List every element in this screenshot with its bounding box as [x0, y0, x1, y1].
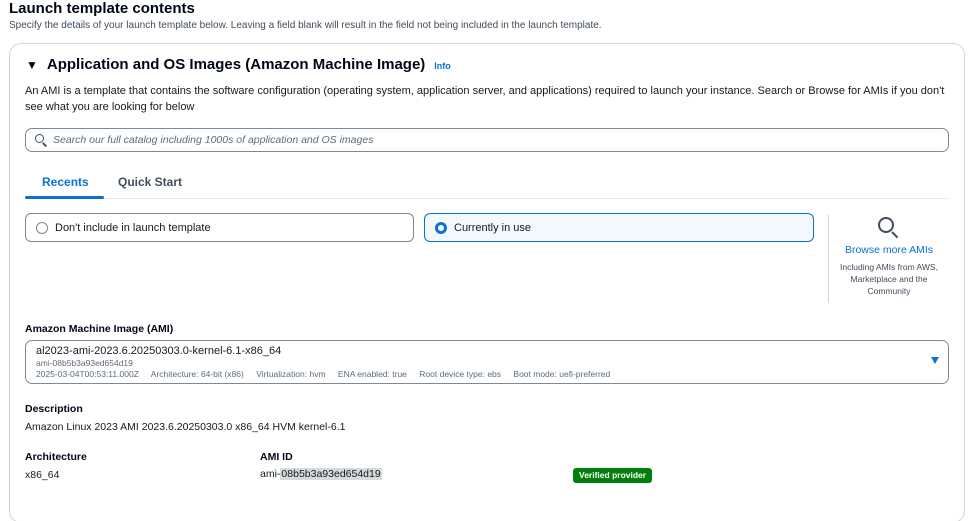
section-title: Application and OS Images (Amazon Machin…: [46, 56, 426, 73]
ami-meta: 2025-03-04T00:53:11.000Z Architecture: 6…: [36, 369, 938, 380]
option-dont-include[interactable]: Don't include in launch template: [25, 213, 414, 242]
ami-select[interactable]: al2023-ami-2023.6.20250303.0-kernel-6.1-…: [25, 340, 949, 384]
search-icon: [35, 134, 48, 147]
architecture-value: x86_64: [25, 469, 60, 481]
tab-quick-start[interactable]: Quick Start: [118, 175, 182, 189]
radio-dont-include[interactable]: [36, 221, 48, 234]
architecture-label: Architecture: [25, 451, 87, 463]
ami-id-sub: ami-08b5b3a93ed654d19: [36, 358, 133, 368]
collapse-caret-icon[interactable]: ▼: [26, 59, 38, 71]
radio-currently-in-use[interactable]: [435, 221, 447, 234]
page-title: Launch template contents: [9, 0, 195, 17]
search-icon[interactable]: [878, 217, 900, 239]
ami-id-prefix: ami-: [260, 468, 281, 480]
section-header[interactable]: ▼ Application and OS Images (Amazon Mach…: [26, 56, 451, 73]
tab-recents[interactable]: Recents: [42, 175, 89, 189]
ami-meta-root-device: Root device type: ebs: [419, 369, 502, 379]
ami-id-label: AMI ID: [260, 451, 293, 463]
browse-note: Including AMIs from AWS, Marketplace and…: [840, 262, 938, 296]
ami-search-box[interactable]: [25, 128, 949, 152]
option-dont-include-label: Don't include in launch template: [55, 221, 211, 234]
section-intro: An AMI is a template that contains the s…: [25, 85, 945, 113]
browse-more-amis[interactable]: Browse more AMIs Including AMIs from AWS…: [832, 217, 946, 297]
ami-search-input[interactable]: [53, 134, 933, 146]
info-link[interactable]: Info: [434, 61, 451, 71]
ami-meta-ena: ENA enabled: true: [337, 369, 407, 379]
dropdown-arrow-icon[interactable]: [931, 357, 939, 364]
option-currently-in-use[interactable]: Currently in use: [424, 213, 814, 242]
option-currently-in-use-label: Currently in use: [454, 221, 532, 234]
description-value: Amazon Linux 2023 AMI 2023.6.20250303.0 …: [25, 421, 346, 433]
vertical-divider: [828, 215, 829, 303]
ami-id-value: ami-08b5b3a93ed654d19: [260, 468, 382, 480]
ami-meta-virtualization: Virtualization: hvm: [256, 369, 326, 379]
ami-field-label: Amazon Machine Image (AMI): [25, 323, 174, 335]
active-tab-indicator: [25, 196, 104, 199]
verified-provider-badge: Verified provider: [573, 468, 653, 483]
ami-meta-architecture: Architecture: 64-bit (x86): [150, 369, 244, 379]
ami-meta-boot-mode: Boot mode: uefi-preferred: [513, 369, 611, 379]
ami-panel: ▼ Application and OS Images (Amazon Mach…: [9, 43, 965, 521]
ami-meta-date: 2025-03-04T00:53:11.000Z: [36, 369, 139, 379]
description-label: Description: [25, 403, 83, 415]
page-description: Specify the details of your launch templ…: [9, 20, 602, 31]
ami-name: al2023-ami-2023.6.20250303.0-kernel-6.1-…: [36, 345, 282, 357]
ami-id-highlighted: 08b5b3a93ed654d19: [280, 468, 382, 480]
browse-more-amis-link[interactable]: Browse more AMIs: [832, 244, 946, 256]
ami-tabs: Recents Quick Start: [25, 165, 950, 199]
